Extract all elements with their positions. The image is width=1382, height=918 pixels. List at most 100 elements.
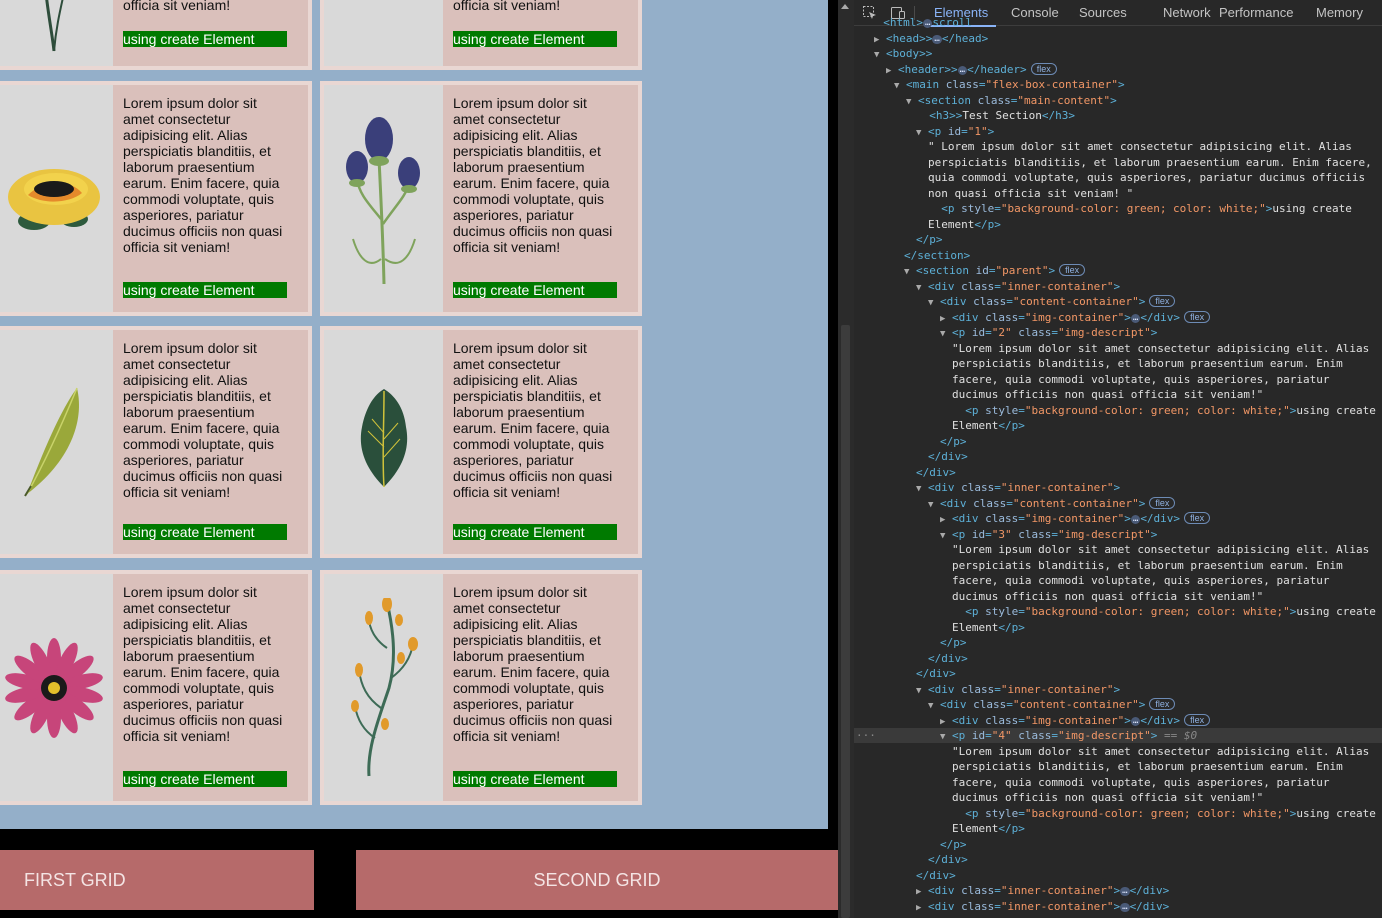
second-grid-button[interactable]: SECOND GRID (356, 850, 838, 910)
card-illustration (0, 574, 113, 801)
card-illustration (324, 574, 443, 801)
tab-memory[interactable]: Memory (1316, 0, 1363, 26)
dom-node-line[interactable]: Element</p> (928, 217, 1001, 232)
first-grid-button[interactable]: FIRST GRID (0, 850, 314, 910)
dom-node-line[interactable]: ▶ <div class="inner-container">… </div> (916, 899, 1169, 914)
dom-node-line[interactable]: ▼ <div class="content-container"> flex (928, 496, 1176, 511)
dom-node-line[interactable]: </p> (940, 635, 967, 650)
dom-node-line[interactable]: Element</p> (952, 418, 1025, 433)
leaf2-illustration (360, 389, 407, 488)
dom-node-line[interactable]: perspiciatis blanditiis, et laborum prae… (952, 759, 1343, 774)
dom-node-line[interactable]: <html>… scroll (870, 15, 972, 30)
tab-console[interactable]: Console (1011, 0, 1059, 26)
rose-illustration (7, 168, 100, 230)
leaf1-illustration (23, 387, 79, 497)
dom-node-line[interactable]: ▶ <div class="img-container">… </div> flex (940, 713, 1211, 728)
dom-node-line[interactable]: ▼ <p id="2" class="img-descript"> (940, 325, 1157, 340)
card-description: Lorem ipsum dolor sit amet consectetur a… (123, 340, 283, 500)
tab-sources[interactable]: Sources (1079, 0, 1127, 26)
create-element-tag: using create Element (453, 524, 617, 540)
dom-node-line[interactable]: ▼ <div class="inner-container"> (916, 682, 1120, 697)
dom-node-line[interactable]: <h3>>Test Section</h3> (916, 108, 1075, 123)
dom-node-line[interactable]: Element</p> (952, 620, 1025, 635)
dom-node-line[interactable]: ▼ <div class="inner-container"> (916, 279, 1120, 294)
dom-node-line[interactable]: facere, quia commodi voluptate, quis asp… (952, 573, 1330, 588)
dom-node-line[interactable]: </div> (928, 852, 968, 867)
content-card: Lorem ipsum dolor sit amet consectetur a… (320, 326, 642, 558)
dom-node-line[interactable]: ▶ <div class="img-container">… </div> flex (940, 310, 1211, 325)
dom-node-line[interactable]: ··· ▼ <p id="4" class="img-descript"> == … (854, 728, 1382, 743)
screen: officia sit veniam! using create Element o… (0, 0, 1382, 918)
content-card: officia sit veniam! using create Element (0, 0, 312, 70)
dom-node-line[interactable]: "Lorem ipsum dolor sit amet consectetur … (952, 744, 1369, 759)
tab-network[interactable]: Network (1163, 0, 1211, 26)
scroll-up-arrow-icon[interactable] (841, 4, 849, 9)
dom-node-line[interactable]: </div> (916, 868, 956, 883)
create-element-tag: using create Element (123, 524, 287, 540)
dom-node-line[interactable]: </div> (928, 449, 968, 464)
dom-node-line[interactable]: perspiciatis blanditiis, et laborum prae… (928, 155, 1372, 170)
content-card: Lorem ipsum dolor sit amet consectetur a… (320, 570, 642, 805)
dom-node-line[interactable]: ducimus officiis non quasi officia sit v… (952, 589, 1263, 604)
scrollbar-thumb[interactable] (841, 325, 850, 918)
card-description: officia sit veniam! (123, 0, 231, 13)
card-description: Lorem ipsum dolor sit amet consectetur a… (123, 95, 283, 255)
dom-node-line[interactable]: ▼ <p id="3" class="img-descript"> (940, 527, 1157, 542)
dom-node-line[interactable]: </div> (928, 651, 968, 666)
page-scrollbar[interactable] (838, 0, 854, 918)
devtools-panel: Elements Console Sources Network Performance… (854, 0, 1382, 918)
dom-node-line[interactable]: </p> (940, 434, 967, 449)
dom-node-line[interactable]: ▼ <section id="parent"> flex (904, 263, 1086, 278)
card-illustration (324, 0, 443, 66)
dom-node-line[interactable]: " Lorem ipsum dolor sit amet consectetur… (928, 139, 1352, 154)
card-illustration (0, 0, 113, 66)
dom-node-line[interactable]: ▶ <head>>… </head> (874, 31, 988, 46)
dom-node-line[interactable]: ▼ <main class="flex-box-container"> (894, 77, 1125, 92)
dom-node-line[interactable]: </div> (916, 465, 956, 480)
thistle-illustration (345, 116, 420, 284)
dom-node-line[interactable]: ▼ <div class="content-container"> flex (928, 697, 1176, 712)
dom-node-line[interactable]: ▼ <div class="content-container"> flex (928, 294, 1176, 309)
dom-node-line[interactable]: facere, quia commodi voluptate, quis asp… (952, 372, 1330, 387)
dom-node-line[interactable]: </p> (940, 837, 967, 852)
dom-node-line[interactable]: <p style="background-color: green; color… (952, 604, 1376, 619)
create-element-tag: using create Element (453, 771, 617, 787)
content-card: Lorem ipsum dolor sit amet consectetur a… (0, 326, 312, 558)
dom-node-line[interactable]: <p style="background-color: green; color… (952, 806, 1376, 821)
dom-node-line[interactable]: Element</p> (952, 821, 1025, 836)
card-description: Lorem ipsum dolor sit amet consectetur a… (453, 584, 613, 744)
dom-node-line[interactable]: ducimus officiis non quasi officia sit v… (952, 790, 1263, 805)
tab-performance[interactable]: Performance (1219, 0, 1293, 26)
card-description: Lorem ipsum dolor sit amet consectetur a… (453, 340, 613, 500)
content-card: Lorem ipsum dolor sit amet consectetur a… (0, 570, 312, 805)
card-description: Lorem ipsum dolor sit amet consectetur a… (453, 95, 613, 255)
dom-node-line[interactable]: ▶ <div class="img-container">… </div> flex (940, 511, 1211, 526)
dom-node-line[interactable]: "Lorem ipsum dolor sit amet consectetur … (952, 341, 1369, 356)
dom-node-line[interactable]: ▼ <p id="1"> (916, 124, 994, 139)
webpage-viewport: officia sit veniam! using create Element o… (0, 0, 838, 918)
dom-node-line[interactable]: facere, quia commodi voluptate, quis asp… (952, 775, 1330, 790)
create-element-tag: using create Element (453, 31, 617, 47)
dom-node-line[interactable]: </section> (904, 248, 970, 263)
dom-node-line[interactable]: <p style="background-color: green; color… (928, 201, 1352, 216)
dom-node-line[interactable]: </p> (916, 232, 943, 247)
card-illustration (0, 330, 113, 554)
dom-node-line[interactable]: ducimus officiis non quasi officia sit v… (952, 387, 1263, 402)
dom-tree: <html>… scroll ▶ <head>>… </head> ▼ <body>> ▶… (854, 16, 1382, 918)
dom-node-line[interactable]: non quasi officia sit veniam! " (928, 186, 1133, 201)
dom-node-line[interactable]: </div> (916, 666, 956, 681)
content-card: officia sit veniam! using create Element (320, 0, 642, 70)
dom-node-line[interactable]: ▼ <section class="main-content"> (906, 93, 1117, 108)
dom-node-line[interactable]: <p style="background-color: green; color… (952, 403, 1376, 418)
dom-node-line[interactable]: ▶ <div class="inner-container">… </div> (916, 883, 1169, 898)
create-element-tag: using create Element (123, 771, 287, 787)
create-element-tag: using create Element (453, 282, 617, 298)
dom-node-line[interactable]: ▶ <header>>… </header> flex (886, 62, 1057, 77)
dom-node-line[interactable]: perspiciatis blanditiis, et laborum prae… (952, 558, 1343, 573)
dom-node-line[interactable]: perspiciatis blanditiis, et laborum prae… (952, 356, 1343, 371)
dom-node-line[interactable]: ▼ <body>> (874, 46, 932, 61)
sprig-illustration (350, 597, 418, 776)
dom-node-line[interactable]: "Lorem ipsum dolor sit amet consectetur … (952, 542, 1369, 557)
dom-node-line[interactable]: ▼ <div class="inner-container"> (916, 480, 1120, 495)
dom-node-line[interactable]: quia commodi voluptate, quis asperiores,… (928, 170, 1365, 185)
